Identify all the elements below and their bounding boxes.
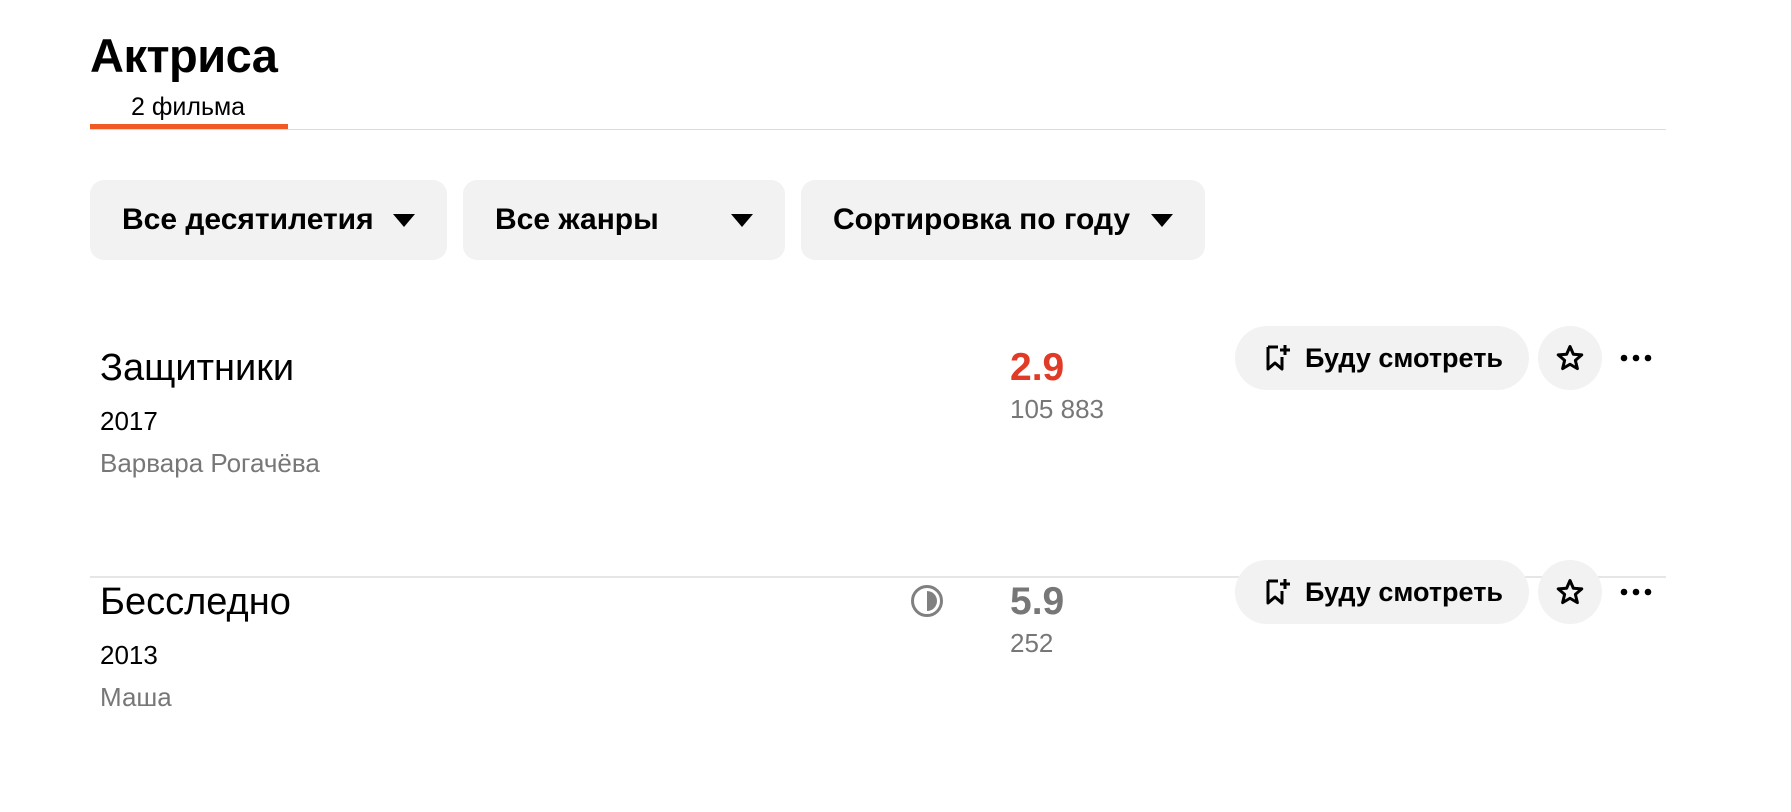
film-year: 2017 [100,406,158,436]
filters-bar: Все десятилетия Все жанры Сортировка по … [90,180,1221,260]
rate-button[interactable] [1538,560,1602,624]
tab-label: 2 фильма [131,93,246,121]
decade-filter-label: Все десятилетия [122,203,374,236]
film-row: Бесследно 2013 Маша 5.9 252 Буду смотрет… [90,560,1666,812]
watch-later-button[interactable]: Буду смотреть [1235,560,1529,624]
rate-button[interactable] [1538,326,1602,390]
bookmark-plus-icon [1266,579,1290,605]
watch-later-button[interactable]: Буду смотреть [1235,326,1529,390]
genre-filter-label: Все жанры [495,203,659,236]
more-options-button[interactable] [1614,560,1658,624]
decade-filter-select[interactable]: Все десятилетия [90,180,447,260]
more-options-button[interactable] [1614,326,1658,390]
film-year: 2013 [100,640,158,670]
sort-filter-label: Сортировка по году [833,203,1131,236]
film-votes-count: 105 883 [1010,394,1104,424]
film-votes-count: 252 [1010,628,1054,658]
caret-down-icon [393,213,415,227]
watch-later-label: Буду смотреть [1305,342,1504,373]
more-dots-icon [1620,354,1652,362]
genre-filter-select[interactable]: Все жанры [463,180,785,260]
watch-later-label: Буду смотреть [1305,576,1504,607]
tab-divider [90,129,1666,130]
film-title[interactable]: Защитники [100,346,294,390]
star-icon [1556,579,1584,605]
film-rating: 2.9 [1010,346,1065,389]
film-role: Маша [100,682,172,712]
bookmark-plus-icon [1266,345,1290,371]
more-dots-icon [1620,588,1652,596]
star-icon [1556,345,1584,371]
sort-filter-select[interactable]: Сортировка по году [801,180,1205,260]
section-title: Актриса [90,29,278,82]
film-title[interactable]: Бесследно [100,580,291,624]
caret-down-icon [1151,213,1173,227]
half-circle-icon [911,585,943,617]
tab-films-count[interactable]: 2 фильма [90,92,288,130]
film-role: Варвара Рогачёва [100,448,320,478]
film-rating: 5.9 [1010,580,1065,623]
caret-down-icon [731,213,753,227]
film-row: Защитники 2017 Варвара Рогачёва 2.9 105 … [90,326,1666,578]
